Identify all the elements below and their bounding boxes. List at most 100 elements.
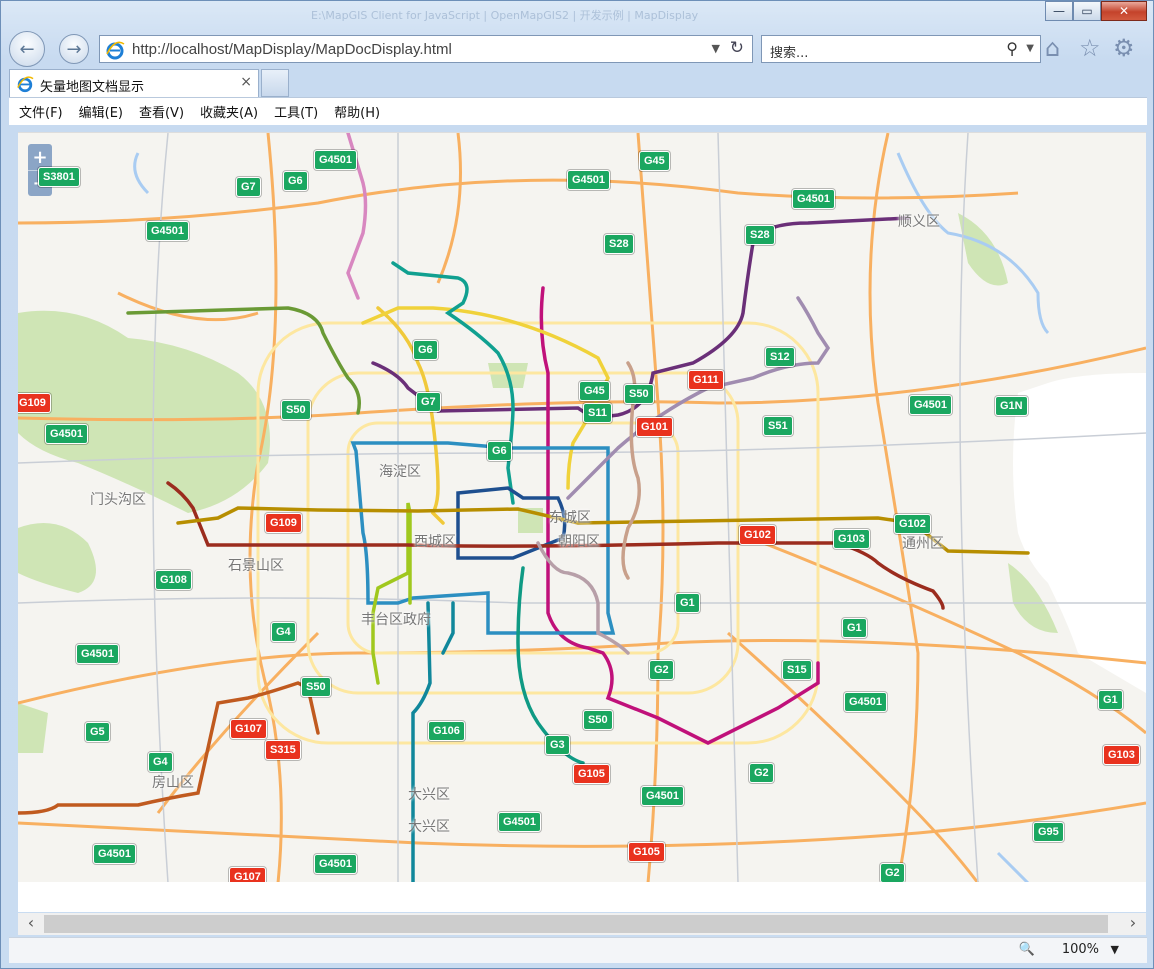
highway-label: G7 (416, 392, 441, 412)
search-box[interactable]: 搜索... ⚲ ▼ (761, 35, 1041, 63)
district-label: 顺义区 (898, 214, 940, 230)
district-label: 房山区 (152, 775, 194, 791)
district-label: 海淀区 (379, 464, 421, 480)
district-label: 大兴区 (408, 787, 450, 803)
close-button[interactable]: ✕ (1101, 1, 1147, 21)
search-placeholder: 搜索... (770, 46, 809, 61)
forward-button[interactable]: → (59, 34, 89, 64)
highway-label: G6 (413, 340, 438, 360)
home-icon[interactable]: ⌂ (1045, 34, 1060, 62)
district-label: 通州区 (902, 536, 944, 552)
highway-label: G107 (229, 867, 266, 882)
search-icon[interactable]: ⚲ (1006, 39, 1018, 58)
highway-label: G109 (18, 393, 51, 413)
district-label: 门头沟区 (90, 492, 146, 508)
minimize-button[interactable]: — (1045, 1, 1073, 21)
page-gap (18, 882, 1146, 912)
tab-active[interactable]: 矢量地图文档显示 × (9, 69, 259, 97)
highway-label: G4501 (314, 854, 358, 874)
map-blank-area (1013, 373, 1146, 693)
highway-label: G105 (628, 842, 665, 862)
map-canvas[interactable]: + − 顺义区 海淀区 门头沟区 东城区 西城区 朝阳区 通州区 石景山区 丰台… (18, 132, 1146, 882)
menu-view[interactable]: 查看(V) (139, 102, 184, 121)
menu-help[interactable]: 帮助(H) (334, 102, 380, 121)
highway-label: G4501 (76, 644, 120, 664)
menu-favorites[interactable]: 收藏夹(A) (200, 102, 258, 121)
highway-label: G102 (894, 514, 931, 534)
highway-label: S50 (281, 400, 311, 420)
refresh-icon[interactable]: ↻ (730, 38, 744, 58)
highway-label: G4501 (314, 150, 358, 170)
scrollbar-thumb[interactable] (44, 915, 1108, 933)
address-bar[interactable]: http://localhost/MapDisplay/MapDocDispla… (99, 35, 753, 63)
district-label: 石景山区 (228, 558, 284, 574)
maximize-button[interactable]: ▭ (1073, 1, 1101, 21)
highway-label: G4501 (146, 221, 190, 241)
zoom-magnifier-icon: 🔍 (1018, 942, 1035, 957)
district-label: 丰台区政府 (361, 612, 431, 628)
tab-row: 矢量地图文档显示 × (9, 69, 1147, 97)
forward-arrow-icon: → (66, 38, 82, 60)
address-dropdown-icon[interactable]: ▼ (712, 42, 720, 55)
highway-label: G108 (155, 570, 192, 590)
tab-title: 矢量地图文档显示 (40, 80, 145, 95)
navigation-bar: ← → http://localhost/MapDisplay/MapDocDi… (9, 31, 1147, 67)
district-label: 西城区 (414, 534, 456, 550)
highway-label: G4501 (909, 395, 953, 415)
highway-label: G1 (675, 593, 700, 613)
highway-label: S50 (583, 710, 613, 730)
highway-label: S11 (583, 403, 612, 423)
highway-label: G5 (85, 722, 110, 742)
zoom-dropdown-icon[interactable]: ▼ (1111, 943, 1119, 956)
ie-tab-icon (17, 76, 34, 93)
new-tab-button[interactable] (261, 69, 289, 97)
window-title: E:\MapGIS Client for JavaScript | OpenMa… (311, 9, 699, 22)
highway-label: G6 (487, 441, 512, 461)
highway-label: S28 (604, 234, 634, 254)
highway-label: G1N (995, 396, 1028, 416)
scroll-right-icon[interactable]: › (1122, 913, 1144, 932)
zoom-level[interactable]: 100% (1062, 942, 1099, 957)
horizontal-scrollbar[interactable]: ‹ › (18, 913, 1146, 935)
menu-bar: 文件(F) 编辑(E) 查看(V) 收藏夹(A) 工具(T) 帮助(H) (9, 97, 1147, 125)
highway-label: G103 (1103, 745, 1140, 765)
search-dropdown-icon[interactable]: ▼ (1026, 43, 1034, 54)
highway-label: G4501 (641, 786, 685, 806)
menu-edit[interactable]: 编辑(E) (79, 102, 123, 121)
district-label: 朝阳区 (558, 534, 600, 550)
highway-label: G4501 (93, 844, 137, 864)
highway-label: G45 (579, 381, 610, 401)
back-button[interactable]: ← (9, 31, 45, 67)
highway-label: G4501 (792, 189, 836, 209)
green-areas (18, 213, 1058, 753)
back-arrow-icon: ← (19, 38, 35, 60)
highway-label: S15 (782, 660, 812, 680)
scroll-left-icon[interactable]: ‹ (20, 913, 42, 932)
highway-label: G4501 (844, 692, 888, 712)
status-bar: 🔍 100% ▼ (9, 937, 1147, 963)
menu-file[interactable]: 文件(F) (19, 102, 63, 121)
gear-icon[interactable]: ⚙ (1113, 34, 1135, 62)
highway-label: S51 (763, 416, 793, 436)
highway-label: G106 (428, 721, 465, 741)
highway-label: G4501 (498, 812, 542, 832)
menu-tools[interactable]: 工具(T) (274, 102, 318, 121)
highway-label: G102 (739, 525, 776, 545)
highway-label: G45 (639, 151, 670, 171)
highway-label: G3 (545, 735, 570, 755)
highway-label: S28 (745, 225, 775, 245)
highway-label: S50 (301, 677, 331, 697)
tab-close-icon[interactable]: × (240, 74, 252, 90)
highway-label: G1 (842, 618, 867, 638)
highway-label: G109 (265, 513, 302, 533)
highway-label: G1 (1098, 690, 1123, 710)
highway-label: G4 (271, 622, 296, 642)
highway-label: S50 (624, 384, 654, 404)
highway-label: S3801 (38, 167, 80, 187)
title-bar: E:\MapGIS Client for JavaScript | OpenMa… (1, 1, 1153, 29)
highway-label: G7 (236, 177, 261, 197)
district-label: 大兴区 (408, 819, 450, 835)
favorites-star-icon[interactable]: ☆ (1079, 34, 1101, 62)
highway-label: G107 (230, 719, 267, 739)
highway-label: G95 (1033, 822, 1064, 842)
